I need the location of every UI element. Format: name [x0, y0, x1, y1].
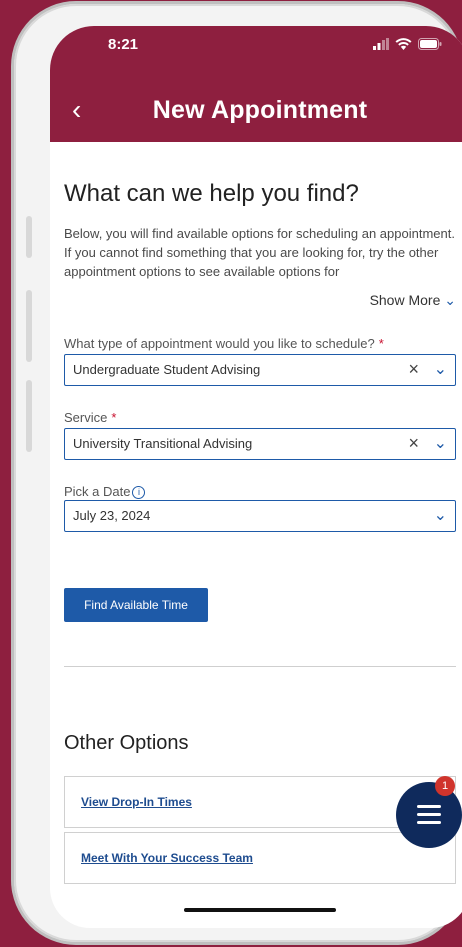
- page-title: New Appointment: [152, 96, 368, 124]
- service-select[interactable]: University Transitional Advising × ⌄: [64, 428, 456, 460]
- meet-success-team-link[interactable]: Meet With Your Success Team: [81, 851, 253, 865]
- appointment-type-label-text: What type of appointment would you like …: [64, 336, 375, 351]
- nav-bar: ‹ New Appointment: [50, 84, 462, 142]
- clear-icon[interactable]: ×: [408, 433, 419, 454]
- chevron-down-icon[interactable]: ⌄: [434, 433, 447, 453]
- chevron-down-icon: ⌄: [444, 292, 456, 308]
- wifi-icon: [395, 38, 412, 50]
- clear-icon[interactable]: ×: [408, 359, 419, 380]
- chevron-down-icon[interactable]: ⌄: [434, 359, 447, 379]
- date-value: July 23, 2024: [73, 508, 151, 523]
- volume-down-button: [26, 380, 32, 452]
- appointment-type-value: Undergraduate Student Advising: [73, 362, 261, 377]
- show-more-label: Show More: [369, 292, 441, 308]
- date-picker[interactable]: July 23, 2024 ⌄: [64, 500, 456, 532]
- notification-badge: 1: [435, 776, 455, 796]
- service-label-text: Service: [64, 410, 108, 425]
- date-label-text: Pick a Date: [64, 484, 131, 499]
- hamburger-icon: [417, 805, 441, 829]
- appointment-type-select[interactable]: Undergraduate Student Advising × ⌄: [64, 354, 456, 386]
- required-mark: *: [378, 336, 384, 351]
- date-label: Pick a Date i: [64, 484, 146, 500]
- list-item[interactable]: Meet With Your Success Team: [64, 832, 456, 884]
- signal-icon: [373, 38, 389, 50]
- intro-description: Below, you will find available options f…: [64, 226, 455, 279]
- required-mark: *: [111, 410, 117, 425]
- info-icon[interactable]: i: [132, 486, 146, 500]
- service-value: University Transitional Advising: [73, 436, 253, 451]
- show-more-link[interactable]: Show More ⌄: [370, 292, 456, 309]
- status-icons: [373, 38, 442, 50]
- status-time: 8:21: [108, 36, 139, 53]
- other-options-title: Other Options: [64, 732, 189, 754]
- mute-switch: [26, 216, 32, 258]
- chevron-down-icon[interactable]: ⌄: [434, 505, 447, 525]
- phone-frame: 8:21 ‹ New Appointment What can we help …: [14, 4, 462, 942]
- view-drop-in-times-link[interactable]: View Drop-In Times: [81, 795, 192, 809]
- screen: 8:21 ‹ New Appointment What can we help …: [50, 26, 462, 928]
- status-bar: 8:21: [50, 26, 462, 84]
- appointment-type-label: What type of appointment would you like …: [64, 336, 384, 351]
- find-available-time-button[interactable]: Find Available Time: [64, 588, 208, 622]
- divider: [64, 666, 456, 667]
- home-indicator[interactable]: [184, 908, 336, 912]
- battery-icon: [418, 38, 442, 50]
- volume-up-button: [26, 290, 32, 362]
- service-label: Service *: [64, 410, 116, 425]
- section-title: What can we help you find?: [64, 180, 359, 207]
